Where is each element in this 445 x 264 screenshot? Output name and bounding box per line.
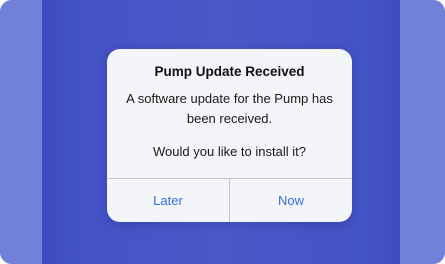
alert-title: Pump Update Received [154,64,305,79]
alert-body: Pump Update Received A software update f… [107,49,352,179]
screen: Pump Update Received A software update f… [0,0,445,264]
later-button[interactable]: Later [107,179,229,222]
alert-question: Would you like to install it? [153,144,306,159]
pump-update-alert: Pump Update Received A software update f… [107,49,352,222]
alert-actions: Later Now [107,178,352,222]
alert-message: A software update for the Pump has been … [126,91,333,126]
now-button[interactable]: Now [229,179,352,222]
